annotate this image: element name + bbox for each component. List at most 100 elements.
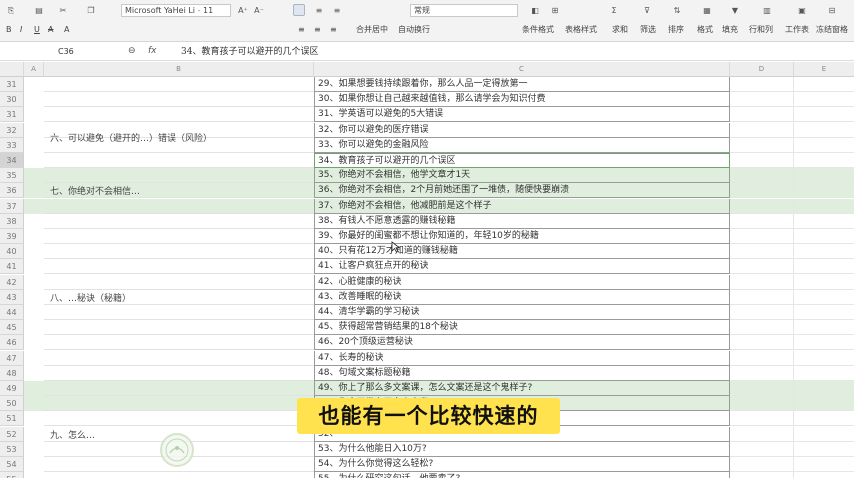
worksheet-button[interactable]: 工作表 [785,24,809,35]
cell-e[interactable] [794,107,854,123]
row-number[interactable]: 31 [0,107,24,123]
cell-e[interactable] [794,275,854,290]
cell-c[interactable]: 43、改善睡眠的秘诀 [314,289,730,305]
row-number[interactable]: 52 [0,426,24,442]
column-header-a[interactable]: A [24,62,44,77]
decrease-font-icon[interactable]: A⁻ [252,6,266,16]
cell-c[interactable]: 35、你绝对不会相信，他学文章才1天 [314,168,730,184]
sum-button[interactable]: 求和 [612,24,628,35]
cell-d[interactable] [730,411,794,427]
cell-d[interactable] [730,396,794,412]
cell-d[interactable] [730,183,794,199]
fill-color-icon[interactable]: ◧ [528,6,542,16]
cell-c[interactable]: 44、清华学霸的学习秘诀 [314,305,730,320]
row-number[interactable]: 44 [0,305,24,320]
cell-c[interactable]: 36、你绝对不会相信，2个月前她还围了一堆债，随便快要崩溃 [314,183,730,199]
category-merged-cell[interactable]: 七、你绝对不会相信… [44,168,314,214]
align-center-icon[interactable]: ≡ [314,25,321,34]
cell-d[interactable] [730,77,794,92]
align-top-icon[interactable] [293,4,305,16]
borders-icon[interactable]: ⊞ [548,6,562,16]
column-header-b[interactable]: B [44,62,314,77]
sort-icon[interactable]: ⇅ [670,6,684,16]
row-number[interactable]: 39 [0,229,24,244]
cell-d[interactable] [730,244,794,260]
cell-c[interactable]: 46、20个顶级运营秘诀 [314,335,730,351]
cell-d[interactable] [730,335,794,351]
row-number[interactable]: 47 [0,350,24,366]
cell-c[interactable]: 33、你可以避免的金融风险 [314,137,730,153]
underline-icon[interactable]: U [34,25,40,34]
row-number[interactable]: 34 [0,153,24,168]
cell-d[interactable] [730,320,794,336]
row-number[interactable]: 35 [0,168,24,184]
select-all-corner[interactable] [0,62,24,77]
row-number[interactable]: 43 [0,289,24,305]
sum-icon[interactable]: Σ [607,6,621,16]
cell-e[interactable] [794,77,854,92]
font-color-icon[interactable]: A [64,25,69,34]
align-left-icon[interactable]: ≡ [298,25,305,34]
sort-button[interactable]: 排序 [668,24,684,35]
align-middle-icon[interactable]: ≡ [312,6,326,16]
cell-c[interactable]: 42、心脏健康的秘诀 [314,274,730,290]
align-bottom-icon[interactable]: ≡ [330,6,344,16]
row-number[interactable]: 53 [0,441,24,457]
cell-c[interactable]: 31、学英语可以避免的5大错误 [314,107,730,123]
cell-c[interactable]: 41、让客户疯狂点开的秘诀 [314,259,730,275]
cell-c[interactable]: 54、为什么你觉得这么轻松? [314,457,730,472]
cell-e[interactable] [794,335,854,351]
format-icon[interactable]: ▦ [700,6,714,16]
fill-button[interactable]: 填充 [722,24,738,35]
cell-e[interactable] [794,457,854,472]
table-style-button[interactable]: 表格样式 [565,24,597,35]
cell-e[interactable] [794,320,854,336]
row-col-icon[interactable]: ▥ [760,6,774,16]
category-merged-cell[interactable]: 六、可以避免（避开的…）错误（风险） [44,107,314,168]
formula-input[interactable]: 34、教育孩子可以避开的几个误区 [181,45,318,59]
merge-center-button[interactable]: 合并居中 [356,24,388,35]
font-name-select[interactable]: Microsoft YaHei Li - 11 [121,4,231,17]
freeze-button[interactable]: 冻结窗格 [816,24,848,35]
cell-d[interactable] [730,305,794,320]
cell-e[interactable] [794,366,854,381]
cell-d[interactable] [730,472,794,478]
freeze-icon[interactable]: ⊟ [825,6,839,16]
cell-e[interactable] [794,168,854,184]
cell-c[interactable]: 48、句域文案标题秘籍 [314,365,730,381]
cell-b[interactable] [44,77,314,92]
cell-d[interactable] [730,426,794,442]
strikethrough-icon[interactable]: A [48,25,53,34]
filter-icon[interactable]: ⊽ [640,6,654,16]
cell-d[interactable] [730,229,794,244]
row-number[interactable]: 38 [0,213,24,229]
name-box[interactable]: C36 [24,45,116,59]
cell-d[interactable] [730,122,794,138]
cell-e[interactable] [794,427,854,442]
column-header-e[interactable]: E [794,62,854,77]
cell-c[interactable]: 39、你最好的闺蜜都不想让你知道的，年轻10岁的秘籍 [314,229,730,244]
row-number[interactable]: 41 [0,259,24,275]
row-number[interactable]: 37 [0,198,24,214]
row-number[interactable]: 42 [0,274,24,290]
cell-e[interactable] [794,351,854,366]
active-cell[interactable]: 34、教育孩子可以避开的几个误区 [314,153,730,168]
number-format-select[interactable]: 常规 [410,4,518,17]
cell-d[interactable] [730,153,794,168]
filter-button[interactable]: 筛选 [640,24,656,35]
row-number[interactable]: 50 [0,396,24,412]
wrap-text-button[interactable]: 自动换行 [398,24,430,35]
cell-d[interactable] [730,92,794,108]
row-number[interactable]: 51 [0,411,24,427]
cell-e[interactable] [794,411,854,427]
format-painter-icon[interactable]: ⎘ [4,6,18,16]
cell-d[interactable] [730,457,794,472]
category-merged-cell[interactable]: 八、…秘诀（秘籍） [44,214,314,381]
cell-c[interactable]: 47、长寿的秘诀 [314,350,730,366]
cell-e[interactable] [794,244,854,260]
cell-c[interactable]: 40、只有花12万才知道的赚钱秘籍 [314,244,730,260]
align-right-icon[interactable]: ≡ [330,25,337,34]
copy-icon[interactable]: ❐ [84,6,98,16]
cell-e[interactable] [794,92,854,108]
cell-d[interactable] [730,213,794,229]
